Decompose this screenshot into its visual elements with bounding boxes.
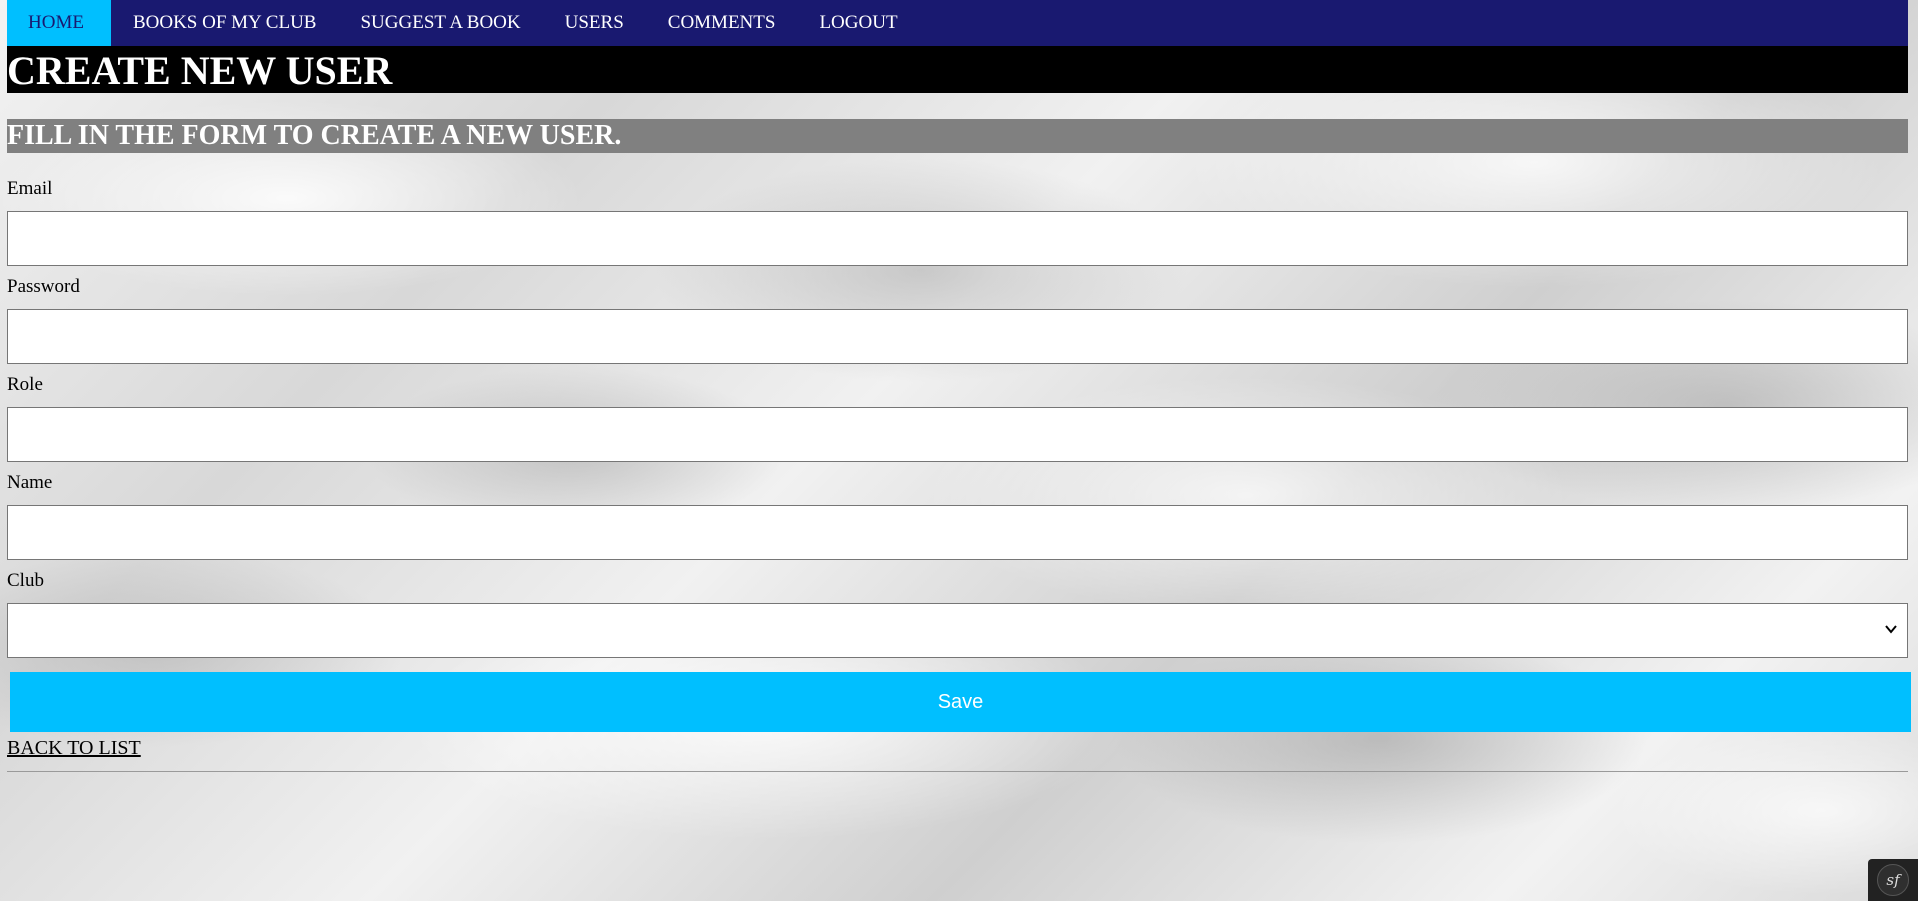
subtitle-bar: FILL IN THE FORM TO CREATE A NEW USER. [7, 119, 1908, 153]
nav-suggest-a-book[interactable]: SUGGEST A BOOK [338, 0, 542, 46]
nav-comments[interactable]: COMMENTS [646, 0, 798, 46]
nav-books-of-my-club[interactable]: BOOKS OF MY CLUB [111, 0, 339, 46]
save-button[interactable]: Save [10, 672, 1911, 732]
password-label: Password [7, 276, 80, 297]
role-label: Role [7, 374, 43, 395]
title-bar: CREATE NEW USER [7, 46, 1908, 93]
email-field[interactable] [7, 211, 1908, 266]
email-label: Email [7, 178, 53, 199]
page-subtitle: FILL IN THE FORM TO CREATE A NEW USER. [7, 120, 622, 151]
name-field[interactable] [7, 505, 1908, 560]
nav-users[interactable]: USERS [543, 0, 646, 46]
debug-toolbar-toggle[interactable]: sf [1868, 859, 1918, 901]
symfony-icon: sf [1877, 864, 1909, 896]
club-label: Club [7, 570, 44, 591]
name-label: Name [7, 472, 53, 493]
chevron-down-icon [1885, 625, 1897, 634]
nav-logout[interactable]: LOGOUT [797, 0, 919, 46]
main-navbar: HOME BOOKS OF MY CLUB SUGGEST A BOOK USE… [7, 0, 1908, 46]
divider [7, 771, 1908, 772]
back-to-list-link[interactable]: BACK TO LIST [7, 737, 141, 760]
password-field[interactable] [7, 309, 1908, 364]
role-field[interactable] [7, 407, 1908, 462]
page-title: CREATE NEW USER [7, 47, 393, 93]
club-select[interactable] [7, 603, 1908, 658]
nav-home[interactable]: HOME [7, 0, 111, 46]
